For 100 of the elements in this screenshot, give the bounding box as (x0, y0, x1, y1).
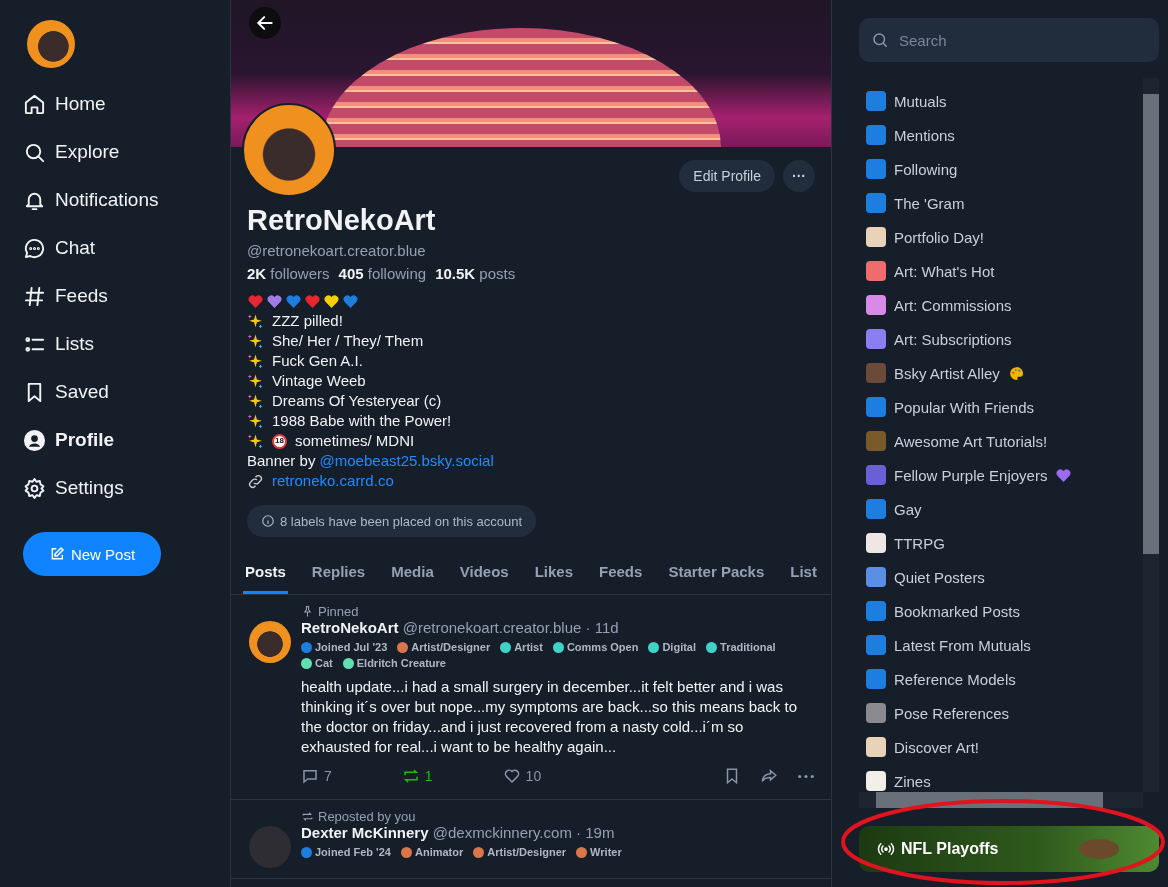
bio-text: 1988 Babe with the Power! (272, 411, 452, 431)
home-icon (23, 92, 46, 116)
profile-label: Writer (590, 846, 622, 858)
feed-link[interactable]: Bookmarked Posts (866, 594, 1143, 628)
broadcast-icon (877, 840, 895, 858)
feed-link[interactable]: Zines (866, 764, 1143, 792)
profile-tab[interactable]: Replies (309, 553, 368, 594)
profile-tab[interactable]: Starter Packs (666, 553, 767, 594)
feed-link[interactable]: Mentions (866, 118, 1143, 152)
profile-label: Eldritch Creature (356, 657, 446, 669)
profile-stat[interactable]: 10.5K posts (435, 265, 516, 282)
person-icon (23, 428, 46, 452)
labels-notice-button[interactable]: 8 labels have been placed on this account (247, 505, 537, 537)
feed-link[interactable]: Mutuals (866, 84, 1143, 118)
profile-label: Joined Jul '23 (315, 641, 388, 653)
more-button[interactable]: ··· (783, 160, 815, 192)
nav-item[interactable]: Notifications (23, 176, 159, 224)
nav-item[interactable]: Profile (23, 416, 115, 464)
pin-icon (301, 605, 314, 618)
sparkles-icon (247, 372, 264, 390)
heart-icon (1055, 466, 1073, 484)
profile-stat[interactable]: 405 following (338, 265, 427, 282)
feed-link[interactable]: Awesome Art Tutorials! (866, 424, 1143, 458)
reply-button[interactable]: 7 (301, 763, 332, 789)
nav-item[interactable]: Explore (23, 128, 120, 176)
bio-text: ZZZ pilled! (272, 311, 343, 331)
back-arrow-icon (255, 13, 275, 33)
user-avatar[interactable] (27, 20, 75, 68)
display-name: RetroNekoArt (247, 203, 437, 238)
profile-label: Digital (662, 641, 697, 653)
search-field[interactable]: Search (859, 18, 1159, 62)
nav-item[interactable]: Lists (23, 320, 95, 368)
info-icon (261, 514, 275, 528)
nav-item[interactable]: Settings (23, 464, 124, 512)
gear-icon (23, 476, 46, 500)
post-author[interactable]: RetroNekoArt @retronekoart.creator.blue · 11d (301, 619, 619, 636)
post-text: health update...i had a small surgery in december...it felt better and i was thinking it´s over but nope...my symptoms are back...so this means back to the doctor on friday...and i just recovered from a nasty cold...i´m so exhausted for real...i want to be healthy again... (301, 677, 799, 757)
feed-link[interactable]: Following (866, 152, 1143, 186)
feed-link[interactable]: Pose References (866, 696, 1143, 730)
feed-link[interactable]: Quiet Posters (866, 560, 1143, 594)
profile-tab[interactable]: Media (389, 553, 436, 594)
chat-icon (23, 236, 46, 260)
feed-link[interactable]: Art: What's Hot (866, 254, 1143, 288)
nav-item[interactable]: Chat (23, 224, 96, 272)
palette-icon (1007, 364, 1025, 382)
website-link[interactable]: retroneko.carrd.co (272, 471, 394, 491)
bio-text: She/ Her / They/ Them (272, 331, 424, 351)
profile-label: Artist/Designer (487, 846, 567, 858)
feed-link[interactable]: Gay (866, 492, 1143, 526)
profile-label: Animator (414, 846, 464, 858)
nav-item[interactable]: Home (23, 80, 106, 128)
repost-button[interactable]: 1 (401, 763, 433, 789)
link-icon (247, 472, 264, 490)
sparkles-icon (247, 332, 264, 350)
nav-item[interactable]: Feeds (23, 272, 108, 320)
sparkles-icon (247, 432, 264, 450)
new-post-button[interactable]: New Post (23, 532, 161, 576)
profile-handle: @retronekoart.creator.blue (247, 242, 427, 259)
football-icon (1079, 839, 1119, 859)
feed-link[interactable]: Bsky Artist Alley (866, 356, 1143, 390)
search-icon (871, 31, 889, 49)
profile-tab[interactable]: Feeds (597, 553, 645, 594)
heart-icon (502, 767, 521, 785)
feed-link[interactable]: The 'Gram (866, 186, 1143, 220)
feed-link[interactable]: Reference Models (866, 662, 1143, 696)
edit-profile-button[interactable]: Edit Profile (679, 160, 775, 192)
mention-link[interactable]: @moebeast25.bsky.social (319, 452, 494, 469)
feed-link[interactable]: Art: Commissions (866, 288, 1143, 322)
profile-label: Joined Feb '24 (315, 846, 391, 858)
share-arrow-icon (759, 767, 779, 785)
ellipsis-icon (797, 773, 815, 779)
profile-tab[interactable]: Posts (243, 553, 288, 594)
vertical-scrollbar[interactable] (1143, 78, 1159, 792)
bio-text: Vintage Weeb (272, 371, 366, 391)
feed-link[interactable]: Portfolio Day! (866, 220, 1143, 254)
feed-link[interactable]: Popular With Friends (866, 390, 1143, 424)
profile-label: Artist/Designer (411, 641, 491, 653)
profile-tab[interactable]: Videos (457, 553, 511, 594)
feed-link[interactable]: Fellow Purple Enjoyers (866, 458, 1143, 492)
profile-stat[interactable]: 2K followers (247, 265, 330, 282)
author-avatar[interactable] (249, 621, 291, 663)
feed-link[interactable]: TTRPG (866, 526, 1143, 560)
feed-link[interactable]: Art: Subscriptions (866, 322, 1143, 356)
like-button[interactable]: 10 (502, 763, 542, 789)
age-restriction-badge: 18 (272, 433, 287, 449)
feed-link[interactable]: Discover Art! (866, 730, 1143, 764)
sparkles-icon (247, 412, 264, 430)
hash-icon (23, 284, 46, 308)
sparkles-icon (247, 392, 264, 410)
post-author[interactable]: Dexter McKinnery @dexmckinnery.com · 19m (301, 824, 615, 841)
feed-link[interactable]: Latest From Mutuals (866, 628, 1143, 662)
trending-topic-card[interactable]: NFL Playoffs (859, 826, 1159, 872)
banner-credit-text: Banner by @moebeast25.bsky.social (247, 451, 494, 471)
sparkles-icon (247, 312, 264, 330)
profile-tab[interactable]: Likes (532, 553, 575, 594)
profile-tab[interactable]: List (788, 553, 819, 594)
nav-item[interactable]: Saved (23, 368, 109, 416)
repost-icon (301, 810, 314, 823)
bio-text: Fuck Gen A.I. (272, 351, 363, 371)
post-context-label: Reposted by you (318, 809, 416, 824)
